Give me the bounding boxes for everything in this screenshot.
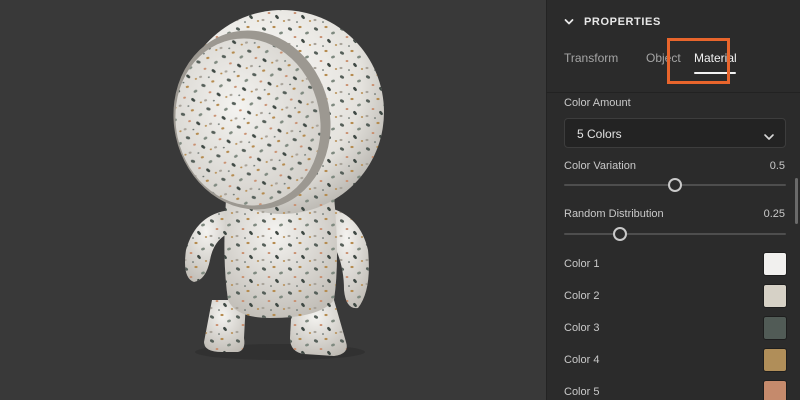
color-amount-selected: 5 Colors xyxy=(577,127,622,141)
properties-panel: PROPERTIES Transform Object Material Col… xyxy=(546,0,800,400)
panel-scrollbar[interactable] xyxy=(795,178,798,224)
panel-divider xyxy=(546,92,800,93)
terrazzo-character-model[interactable] xyxy=(0,0,546,400)
color-amount-dropdown[interactable]: 5 Colors xyxy=(564,118,786,148)
tab-object[interactable]: Object xyxy=(646,51,681,65)
color-5-label: Color 5 xyxy=(564,386,600,398)
color-1-swatch[interactable] xyxy=(763,252,787,276)
random-distribution-slider-thumb[interactable] xyxy=(612,227,627,241)
color-amount-label: Color Amount xyxy=(564,97,631,109)
random-distribution-slider[interactable] xyxy=(564,233,786,235)
tab-transform[interactable]: Transform xyxy=(564,51,618,65)
color-3-label: Color 3 xyxy=(564,322,600,334)
color-4-label: Color 4 xyxy=(564,354,600,366)
color-2-label: Color 2 xyxy=(564,290,600,302)
color-3-swatch[interactable] xyxy=(763,316,787,340)
color-variation-value: 0.5 xyxy=(769,160,785,172)
random-distribution-value: 0.25 xyxy=(763,208,785,220)
chevron-down-icon[interactable] xyxy=(564,17,574,27)
random-distribution-label: Random Distribution xyxy=(564,208,664,220)
color-variation-slider-thumb[interactable] xyxy=(668,178,682,192)
color-4-swatch[interactable] xyxy=(763,348,787,372)
active-tab-indicator xyxy=(694,72,736,74)
color-1-label: Color 1 xyxy=(564,258,600,270)
chevron-down-icon xyxy=(763,129,775,140)
properties-header[interactable]: PROPERTIES xyxy=(564,14,661,30)
viewport-3d[interactable] xyxy=(0,0,546,400)
tab-material[interactable]: Material xyxy=(694,51,737,65)
color-variation-label: Color Variation xyxy=(564,160,636,172)
color-2-swatch[interactable] xyxy=(763,284,787,308)
properties-title: PROPERTIES xyxy=(584,16,661,28)
color-5-swatch[interactable] xyxy=(763,380,787,400)
